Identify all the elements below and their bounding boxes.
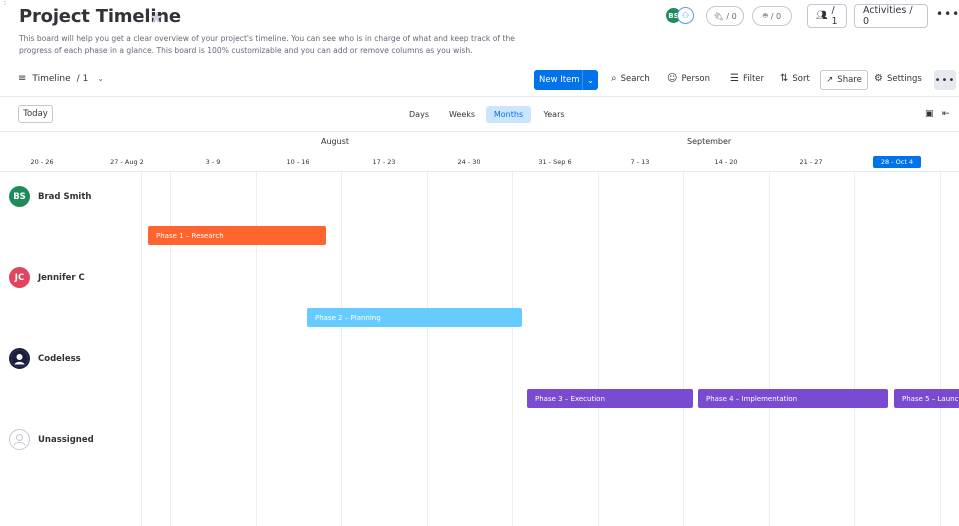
grid-line — [141, 172, 142, 526]
more-options-button[interactable]: ••• — [934, 70, 956, 90]
filter-button[interactable]: ☰ Filter — [730, 73, 764, 84]
view-selector[interactable]: ≡ Timeline / 1 ⌄ — [18, 73, 104, 84]
people-icon: 👥︎ — [816, 11, 828, 21]
person-name: Unassigned — [38, 434, 94, 445]
timeline-icon: ≡ — [18, 73, 27, 84]
plug-icon: 🔌︎ — [713, 11, 724, 21]
board-description[interactable]: This board will help you get a clear ove… — [19, 33, 519, 56]
person-outline-icon — [13, 434, 26, 446]
person-name: Brad Smith — [38, 191, 92, 202]
integrations-button[interactable]: 🔌︎ / 0 — [706, 6, 744, 26]
board-header: ⋮ Project Timeline ★ This board will hel… — [0, 0, 959, 96]
search-label: Search — [620, 73, 650, 84]
collapse-icon[interactable]: ⇤ — [942, 109, 950, 119]
members-count: / 1 — [831, 5, 838, 27]
chevron-down-icon: ⌄ — [97, 74, 104, 83]
timeline-bar-phase-4[interactable]: Phase 4 – Implementation — [698, 389, 888, 408]
favorite-star-icon[interactable]: ★ — [149, 8, 163, 27]
grid-line — [940, 172, 941, 526]
sort-button[interactable]: ⇅ Sort — [780, 73, 810, 84]
person-name: Codeless — [38, 353, 81, 364]
person-row-codeless[interactable]: Codeless — [9, 348, 81, 369]
week-label: 3 - 9 — [205, 158, 221, 166]
grid-line — [769, 172, 770, 526]
timeline-bar-phase-5[interactable]: Phase 5 – Launch — [894, 389, 959, 408]
automations-count: / 0 — [770, 11, 782, 21]
gear-icon: ⚙ — [874, 73, 883, 84]
sort-icon: ⇅ — [780, 73, 789, 84]
chevron-down-icon[interactable]: ⌄ — [582, 70, 598, 90]
person-filter-button[interactable]: ☺ Person — [667, 73, 710, 84]
divider — [0, 96, 959, 97]
grid-line — [512, 172, 513, 526]
activities-button[interactable]: Activities / 0 — [854, 4, 928, 28]
new-item-button[interactable]: New Item ⌄ — [534, 70, 598, 90]
search-icon: ⌕ — [611, 73, 617, 84]
filter-icon: ☰ — [730, 73, 739, 84]
week-label: 10 - 16 — [286, 158, 310, 166]
scale-days[interactable]: Days — [404, 106, 434, 123]
week-label: 20 - 26 — [30, 158, 54, 166]
week-label: 7 - 13 — [630, 158, 650, 166]
person-label: Person — [681, 73, 711, 84]
person-row-unassigned[interactable]: Unassigned — [9, 429, 94, 450]
avatar: JC — [9, 267, 30, 288]
view-count: / 1 — [76, 73, 89, 84]
week-label: 17 - 23 — [372, 158, 396, 166]
divider — [0, 171, 959, 172]
team-icon: ⚇ — [677, 7, 694, 24]
activities-label: Activities / 0 — [863, 5, 913, 27]
month-label: September — [687, 137, 732, 146]
avatar: BS — [9, 186, 30, 207]
scale-months[interactable]: Months — [486, 106, 531, 123]
sort-label: Sort — [792, 73, 810, 84]
board-subscribers[interactable]: BS ⚇ — [665, 7, 697, 25]
current-week-label: 28 - Oct 4 — [873, 156, 921, 168]
divider — [0, 131, 959, 132]
scale-weeks[interactable]: Weeks — [444, 106, 480, 123]
drag-handle-icon[interactable]: ⋮ — [1, 0, 9, 8]
filter-label: Filter — [742, 73, 765, 84]
members-button[interactable]: 👥︎ / 1 — [807, 4, 847, 28]
week-label: 27 - Aug 2 — [110, 158, 144, 166]
avatar — [9, 429, 30, 450]
person-name: Jennifer C — [38, 272, 85, 283]
person-row-brad-smith[interactable]: BS Brad Smith — [9, 186, 91, 207]
timeline-bar-phase-1[interactable]: Phase 1 – Research — [148, 226, 326, 245]
week-label: 14 - 20 — [714, 158, 738, 166]
scale-years[interactable]: Years — [538, 106, 570, 123]
grid-line — [427, 172, 428, 526]
person-row-jennifer-c[interactable]: JC Jennifer C — [9, 267, 85, 288]
grid-line — [683, 172, 684, 526]
settings-button[interactable]: ⚙ Settings — [874, 73, 922, 84]
avatar — [9, 348, 30, 369]
share-label: Share — [837, 75, 862, 85]
today-button[interactable]: Today — [18, 105, 53, 123]
export-icon[interactable]: ▣ — [925, 109, 934, 119]
grid-line — [598, 172, 599, 526]
view-label: Timeline — [32, 73, 71, 84]
person-icon: ☺ — [667, 73, 678, 84]
board-menu-button[interactable]: ••• — [936, 7, 959, 21]
week-label: 24 - 30 — [457, 158, 481, 166]
week-label: 21 - 27 — [799, 158, 823, 166]
timeline-bar-phase-3[interactable]: Phase 3 – Execution — [527, 389, 693, 408]
share-button[interactable]: ↗ Share — [820, 70, 868, 90]
month-label: August — [321, 137, 349, 146]
person-silhouette-icon — [11, 350, 28, 367]
search-button[interactable]: ⌕ Search — [611, 73, 650, 84]
settings-label: Settings — [886, 73, 922, 84]
automations-button[interactable]: 🤖︎ / 0 — [752, 6, 792, 26]
new-item-label: New Item — [539, 75, 580, 85]
integrations-count: / 0 — [726, 11, 737, 21]
share-icon: ↗ — [826, 75, 834, 85]
week-label: 31 - Sep 6 — [538, 158, 572, 166]
timeline-bar-phase-2[interactable]: Phase 2 – Planning — [307, 308, 522, 327]
grid-line — [854, 172, 855, 526]
robot-icon: 🤖︎ — [762, 10, 768, 20]
grid-line — [341, 172, 342, 526]
